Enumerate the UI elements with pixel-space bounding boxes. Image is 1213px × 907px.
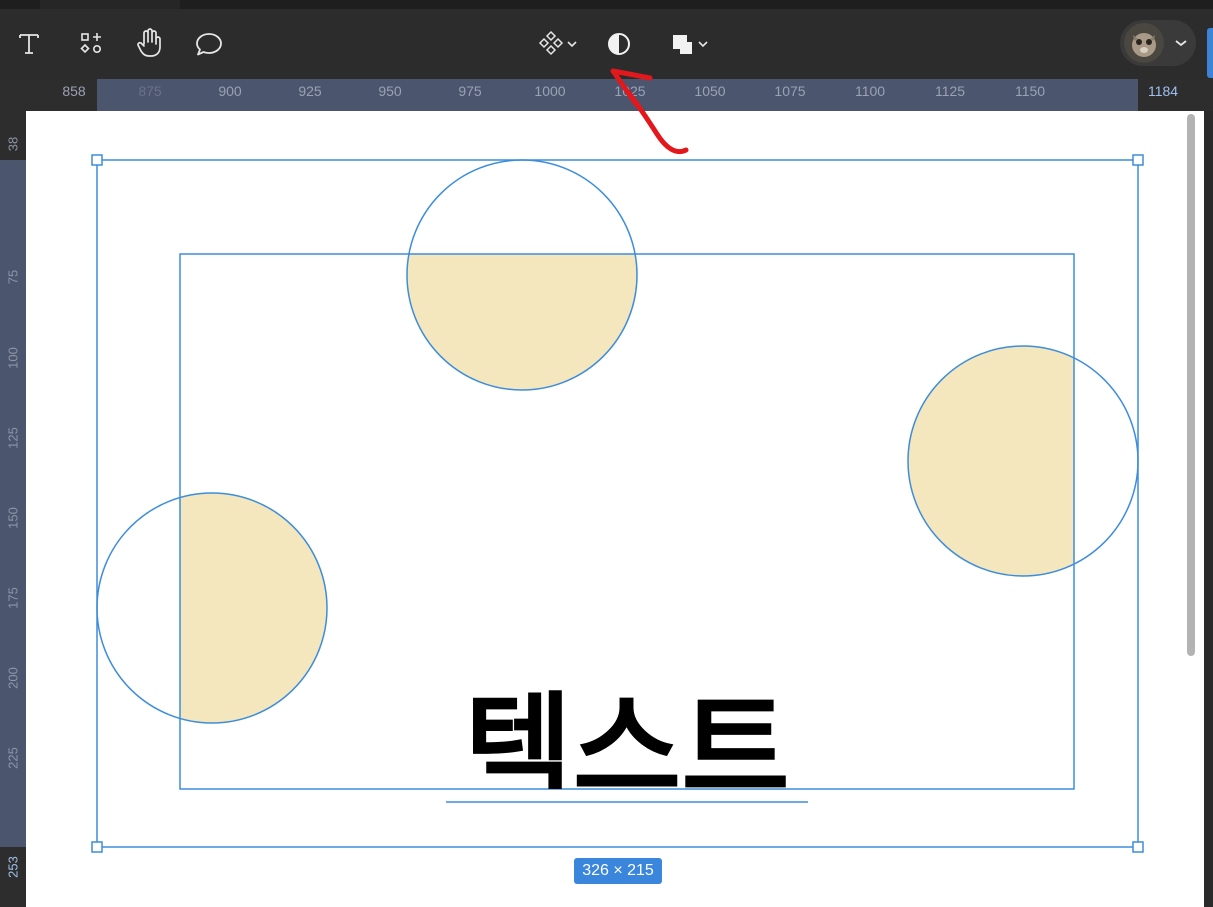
selection-size-badge: 326 × 215 [574, 858, 662, 884]
selection-handle-tl[interactable] [91, 154, 103, 166]
circle-fill-right [908, 346, 1074, 576]
annotation-arrow [610, 68, 689, 155]
selection-handle-tr[interactable] [1132, 154, 1144, 166]
text-layer[interactable]: 텍스트 [464, 680, 790, 818]
selection-handle-br[interactable] [1132, 841, 1144, 853]
canvas-artwork: 텍스트 [91, 68, 1144, 853]
circle-fill-top [407, 254, 637, 390]
circle-fill-left [180, 493, 327, 723]
selection-handle-bl[interactable] [91, 841, 103, 853]
